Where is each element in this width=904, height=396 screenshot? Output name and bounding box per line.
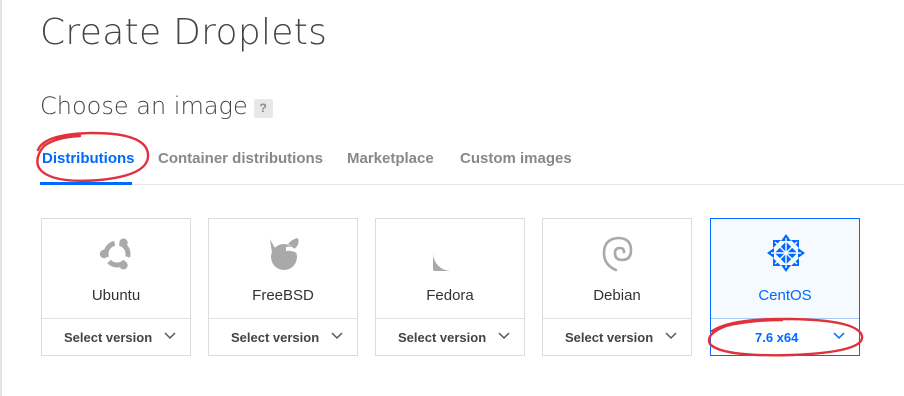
tab-container-distributions[interactable]: Container distributions bbox=[158, 150, 323, 167]
version-select[interactable]: Select version bbox=[209, 319, 357, 355]
chevron-down-icon bbox=[665, 332, 677, 340]
tab-custom-images[interactable]: Custom images bbox=[460, 150, 572, 167]
distro-name: CentOS bbox=[758, 287, 812, 304]
active-tab-underline bbox=[40, 182, 132, 185]
version-label: Select version bbox=[231, 330, 320, 345]
version-label: 7.6 x64 bbox=[755, 330, 799, 345]
chevron-down-icon bbox=[164, 332, 176, 340]
chevron-down-icon bbox=[833, 332, 845, 340]
image-tabs: Distributions Container distributions Ma… bbox=[40, 148, 904, 186]
choose-image-heading: Choose an image? bbox=[40, 92, 273, 120]
page-title: Create Droplets bbox=[40, 12, 328, 53]
distro-name: Debian bbox=[593, 287, 641, 304]
fedora-icon bbox=[433, 235, 469, 271]
ubuntu-icon bbox=[99, 238, 132, 270]
version-label: Select version bbox=[398, 330, 487, 345]
distro-card-centos[interactable]: CentOS 7.6 x64 bbox=[710, 218, 860, 356]
tabs-divider bbox=[40, 184, 904, 185]
freebsd-icon bbox=[270, 238, 299, 270]
distro-card-fedora[interactable]: Fedora Select version bbox=[375, 218, 525, 356]
choose-image-title: Choose an image bbox=[40, 92, 248, 120]
tab-distributions[interactable]: Distributions bbox=[42, 150, 135, 167]
distro-name: Fedora bbox=[426, 287, 474, 304]
version-label: Select version bbox=[565, 330, 654, 345]
version-select[interactable]: 7.6 x64 bbox=[711, 319, 859, 355]
version-select[interactable]: Select version bbox=[42, 319, 190, 355]
page-left-border bbox=[0, 0, 2, 396]
distro-card-ubuntu[interactable]: Ubuntu Select version bbox=[41, 218, 191, 356]
version-select[interactable]: Select version bbox=[376, 319, 524, 355]
chevron-down-icon bbox=[331, 332, 343, 340]
version-select[interactable]: Select version bbox=[543, 319, 691, 355]
distro-name: Ubuntu bbox=[91, 287, 141, 304]
distro-card-debian[interactable]: Debian Select version bbox=[542, 218, 692, 356]
help-icon[interactable]: ? bbox=[253, 99, 273, 118]
debian-icon bbox=[602, 236, 633, 272]
distro-card-freebsd[interactable]: FreeBSD Select version bbox=[208, 218, 358, 356]
distro-name: FreeBSD bbox=[252, 287, 314, 304]
version-label: Select version bbox=[64, 330, 153, 345]
chevron-down-icon bbox=[498, 332, 510, 340]
tab-marketplace[interactable]: Marketplace bbox=[347, 150, 434, 167]
centos-icon bbox=[767, 234, 805, 272]
